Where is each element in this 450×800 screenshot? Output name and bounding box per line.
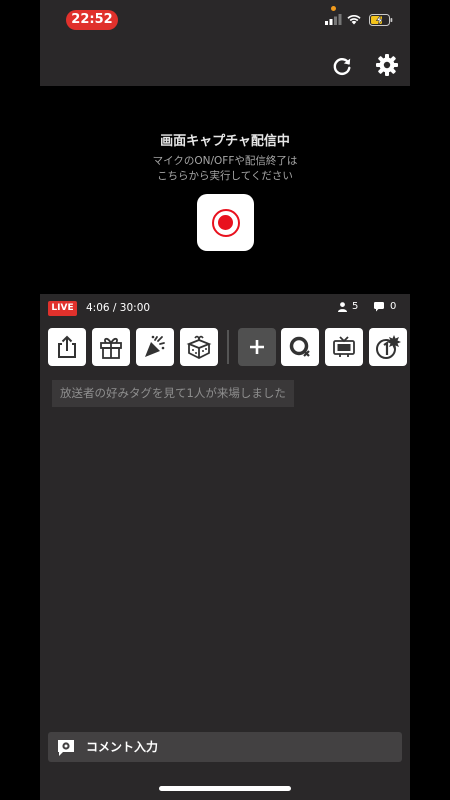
live-status-bar: LIVE 4:06 / 30:00 5 0 xyxy=(40,294,410,322)
share-icon xyxy=(58,335,76,358)
battery-charging-icon xyxy=(369,14,393,26)
capture-subtitle: マイクのON/OFFや配信終了は こちらから実行してください xyxy=(40,154,410,184)
status-bar: 22:52 xyxy=(40,0,410,42)
record-button[interactable] xyxy=(197,194,254,251)
gift-button[interactable] xyxy=(92,328,130,366)
elapsed-time: 4:06 / 30:00 xyxy=(86,302,151,314)
party-popper-button[interactable] xyxy=(136,328,174,366)
comment-input-label: コメント入力 xyxy=(86,740,159,754)
ranking-button[interactable] xyxy=(369,328,407,366)
live-badge: LIVE xyxy=(48,301,77,316)
wifi-icon xyxy=(347,14,361,25)
capture-subtitle-line2: こちらから実行してください xyxy=(157,170,293,182)
gift-icon xyxy=(100,337,122,359)
gear-icon xyxy=(376,54,398,76)
status-time: 22:52 xyxy=(66,10,118,30)
phone-screen: 22:52 画面キャプチャ配信中 マイクのON/OFFや配信終了は こちらから実… xyxy=(40,0,410,800)
capture-subtitle-line1: マイクのON/OFFや配信終了は xyxy=(152,155,298,167)
refresh-icon xyxy=(333,58,351,76)
plus-icon xyxy=(250,340,264,354)
comment-count: 0 xyxy=(374,301,396,312)
action-toolbar xyxy=(40,328,410,368)
home-indicator[interactable] xyxy=(159,786,291,791)
add-button[interactable] xyxy=(238,328,276,366)
tv-icon xyxy=(333,336,355,357)
screen-capture-panel: 画面キャプチャ配信中 マイクのON/OFFや配信終了は こちらから実行してくださ… xyxy=(40,86,410,294)
number-one-badge-icon xyxy=(376,335,401,359)
person-icon xyxy=(338,301,347,312)
viewer-count-value: 5 xyxy=(352,301,359,312)
record-icon xyxy=(211,208,240,237)
speech-bubble-icon xyxy=(374,301,384,311)
gift-box-button[interactable] xyxy=(180,328,218,366)
capture-title: 画面キャプチャ配信中 xyxy=(160,134,290,149)
tv-button[interactable] xyxy=(325,328,363,366)
settings-button[interactable] xyxy=(373,51,401,79)
comment-input[interactable]: コメント入力 xyxy=(48,732,402,762)
share-button[interactable] xyxy=(48,328,86,366)
system-notice: 放送者の好みタグを見て1人が来場しました xyxy=(52,380,294,407)
gift-box-icon xyxy=(186,335,212,360)
quiz-icon xyxy=(289,336,310,357)
cellular-signal-icon xyxy=(325,14,342,25)
refresh-button[interactable] xyxy=(328,52,356,80)
toolbar-divider xyxy=(227,330,229,364)
comment-count-value: 0 xyxy=(390,301,397,312)
viewer-count: 5 xyxy=(338,301,358,312)
party-popper-icon xyxy=(145,335,165,357)
quiz-button[interactable] xyxy=(281,328,319,366)
comment-settings-icon xyxy=(58,740,74,756)
mic-indicator-dot xyxy=(331,6,336,11)
top-toolbar xyxy=(40,42,410,86)
